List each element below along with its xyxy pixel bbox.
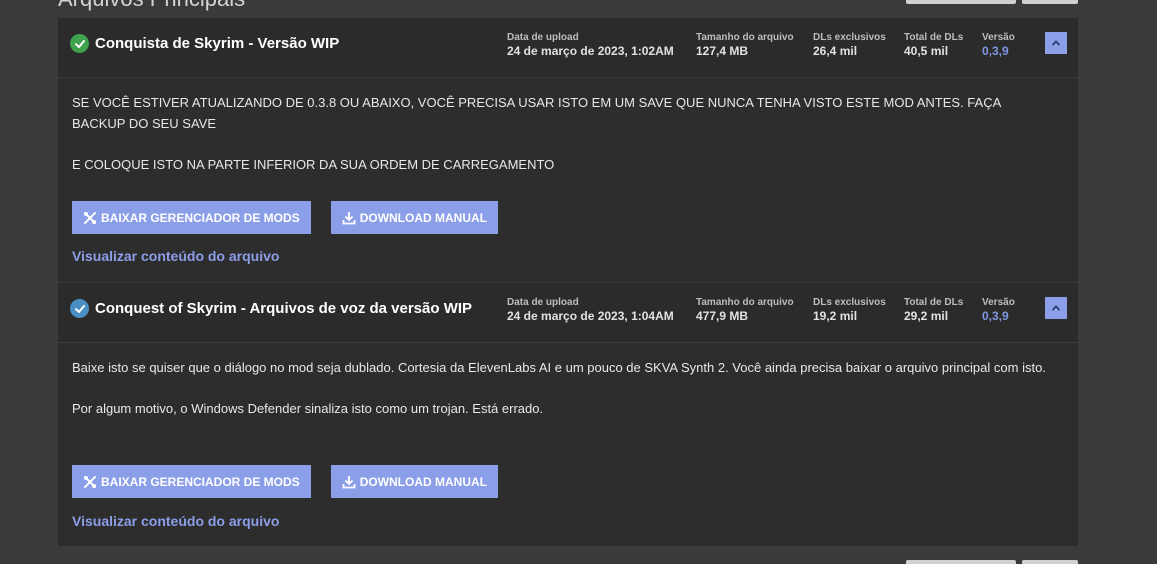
- file-header: Conquest of Skyrim - Arquivos de voz da …: [58, 283, 1078, 343]
- version-label: Versão: [982, 32, 1015, 43]
- file-size-stat: Tamanho do arquivo 477,9 MB: [696, 297, 794, 324]
- file-actions: BAIXAR GERENCIADOR DE MODS DOWNLOAD MANU…: [72, 201, 518, 234]
- manual-download-button[interactable]: DOWNLOAD MANUAL: [330, 465, 498, 498]
- unique-dls-stat: DLs exclusivos 26,4 mil: [813, 32, 886, 59]
- description-paragraph: Baixe isto se quiser que o diálogo no mo…: [72, 360, 1046, 375]
- check-circle-green-icon: [70, 34, 89, 53]
- manual-download-button[interactable]: DOWNLOAD MANUAL: [330, 201, 498, 234]
- version-link[interactable]: 0,3,9: [982, 44, 1015, 59]
- file-title: Conquest of Skyrim - Arquivos de voz da …: [70, 299, 472, 318]
- total-dls-stat: Total de DLs 40,5 mil: [904, 32, 963, 59]
- unique-dls-value: 19,2 mil: [813, 309, 858, 323]
- bottom-sort-button[interactable]: [906, 560, 1016, 564]
- file-entry: Conquista de Skyrim - Versão WIP Data de…: [58, 18, 1078, 282]
- files-page: Arquivos Principais Conquista de Skyrim …: [0, 0, 1157, 564]
- tools-icon: [84, 211, 96, 224]
- version-stat: Versão 0,3,9: [982, 297, 1015, 324]
- file-body: Baixe isto se quiser que o diálogo no mo…: [58, 343, 1078, 529]
- version-link[interactable]: 0,3,9: [982, 309, 1015, 324]
- bottom-filter-button[interactable]: [1022, 560, 1078, 564]
- description-paragraph: Por algum motivo, o Windows Defender sin…: [72, 401, 544, 416]
- file-description: SE VOCÊ ESTIVER ATUALIZANDO DE 0.3.8 OU …: [72, 92, 1064, 175]
- file-size-stat: Tamanho do arquivo 127,4 MB: [696, 32, 794, 59]
- file-description: Baixe isto se quiser que o diálogo no mo…: [72, 357, 1064, 419]
- manual-download-label: DOWNLOAD MANUAL: [359, 210, 487, 225]
- top-sort-button[interactable]: [906, 0, 1016, 4]
- download-icon: [342, 475, 356, 488]
- unique-dls-label: DLs exclusivos: [813, 297, 886, 308]
- mod-manager-download-button[interactable]: BAIXAR GERENCIADOR DE MODS: [72, 201, 311, 234]
- unique-dls-value: 26,4 mil: [813, 44, 858, 58]
- download-icon: [342, 211, 356, 224]
- view-file-contents-link[interactable]: Visualizar conteúdo do arquivo: [72, 513, 279, 529]
- collapse-button[interactable]: [1045, 297, 1067, 319]
- description-paragraph: E COLOQUE ISTO NA PARTE INFERIOR DA SUA …: [72, 157, 555, 172]
- unique-dls-stat: DLs exclusivos 19,2 mil: [813, 297, 886, 324]
- file-title: Conquista de Skyrim - Versão WIP: [70, 34, 339, 53]
- mod-manager-download-label: BAIXAR GERENCIADOR DE MODS: [101, 210, 300, 225]
- file-size-label: Tamanho do arquivo: [696, 297, 794, 308]
- upload-date-value: 24 de março de 2023, 1:04AM: [507, 309, 674, 323]
- version-label: Versão: [982, 297, 1015, 308]
- check-circle-blue-icon: [70, 299, 89, 318]
- file-entry: Conquest of Skyrim - Arquivos de voz da …: [58, 283, 1078, 546]
- manual-download-label: DOWNLOAD MANUAL: [359, 474, 487, 489]
- file-body: SE VOCÊ ESTIVER ATUALIZANDO DE 0.3.8 OU …: [58, 78, 1078, 264]
- file-title-text: Conquista de Skyrim - Versão WIP: [95, 35, 340, 52]
- upload-date-stat: Data de upload 24 de março de 2023, 1:04…: [507, 297, 674, 324]
- unique-dls-label: DLs exclusivos: [813, 32, 886, 43]
- upload-date-stat: Data de upload 24 de março de 2023, 1:02…: [507, 32, 674, 59]
- total-dls-label: Total de DLs: [904, 32, 964, 43]
- total-dls-label: Total de DLs: [904, 297, 964, 308]
- total-dls-value: 40,5 mil: [904, 44, 949, 58]
- file-size-value: 477,9 MB: [696, 309, 749, 323]
- chevron-up-icon: [1051, 40, 1061, 46]
- mod-manager-download-button[interactable]: BAIXAR GERENCIADOR DE MODS: [72, 465, 311, 498]
- view-file-contents-link[interactable]: Visualizar conteúdo do arquivo: [72, 248, 279, 264]
- file-size-value: 127,4 MB: [696, 44, 749, 58]
- version-stat: Versão 0,3,9: [982, 32, 1015, 59]
- file-title-text: Conquest of Skyrim - Arquivos de voz da …: [95, 300, 473, 317]
- mod-manager-download-label: BAIXAR GERENCIADOR DE MODS: [101, 474, 300, 489]
- upload-date-value: 24 de março de 2023, 1:02AM: [507, 44, 674, 58]
- section-title: Arquivos Principais: [58, 0, 245, 12]
- file-size-label: Tamanho do arquivo: [696, 32, 794, 43]
- chevron-up-icon: [1051, 305, 1061, 311]
- top-filter-button[interactable]: [1022, 0, 1078, 4]
- file-header: Conquista de Skyrim - Versão WIP Data de…: [58, 18, 1078, 78]
- upload-date-label: Data de upload: [507, 297, 579, 308]
- total-dls-value: 29,2 mil: [904, 309, 949, 323]
- tools-icon: [84, 475, 96, 488]
- collapse-button[interactable]: [1045, 32, 1067, 54]
- description-paragraph: SE VOCÊ ESTIVER ATUALIZANDO DE 0.3.8 OU …: [72, 95, 1001, 131]
- total-dls-stat: Total de DLs 29,2 mil: [904, 297, 963, 324]
- file-actions: BAIXAR GERENCIADOR DE MODS DOWNLOAD MANU…: [72, 465, 518, 498]
- upload-date-label: Data de upload: [507, 32, 579, 43]
